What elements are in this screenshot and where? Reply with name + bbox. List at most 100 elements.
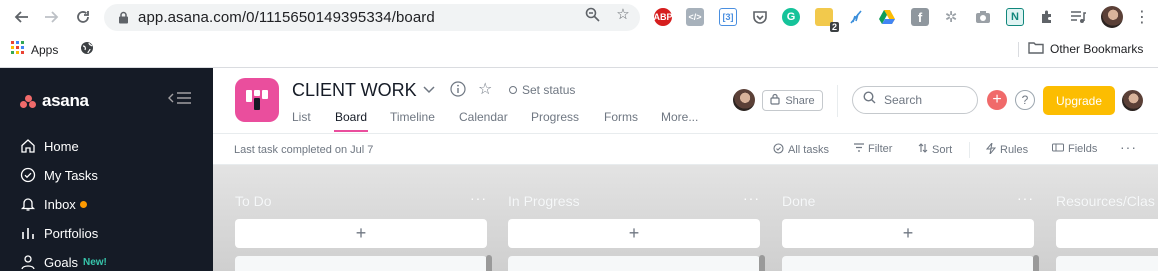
sidebar-item-label: Goals xyxy=(44,254,78,270)
sidebar-item-my-tasks[interactable]: My Tasks xyxy=(20,164,98,186)
lock-icon xyxy=(770,93,780,108)
more-options-icon[interactable]: ··· xyxy=(1120,139,1137,155)
column-more-icon[interactable]: ··· xyxy=(743,190,760,206)
home-icon xyxy=(20,138,36,154)
tab-board[interactable]: Board xyxy=(335,110,367,124)
project-board-icon[interactable] xyxy=(235,78,279,122)
grammarly-icon[interactable]: G xyxy=(782,8,800,26)
asana-logo[interactable]: asana xyxy=(20,91,89,111)
facebook-icon[interactable]: f xyxy=(911,8,929,26)
tab-forms[interactable]: Forms xyxy=(604,110,638,124)
asana-logo-text: asana xyxy=(42,91,89,110)
zoom-icon[interactable] xyxy=(583,6,601,22)
task-card[interactable] xyxy=(1056,256,1158,271)
user-avatar[interactable] xyxy=(1122,90,1143,111)
column-scrollbar[interactable] xyxy=(1033,255,1039,271)
tool-label: All tasks xyxy=(788,144,829,156)
share-button[interactable]: Share xyxy=(762,90,823,111)
info-icon[interactable] xyxy=(450,81,466,97)
tab-progress[interactable]: Progress xyxy=(531,110,579,124)
tab-list[interactable]: List xyxy=(292,110,311,124)
person-icon xyxy=(20,254,36,270)
reload-icon[interactable] xyxy=(72,6,94,28)
sidebar-item-inbox[interactable]: Inbox xyxy=(20,193,87,215)
browser-menu-icon[interactable]: ⋮ xyxy=(1131,6,1153,28)
column-title[interactable]: In Progress xyxy=(508,193,580,209)
puzzle-extensions-icon[interactable] xyxy=(1038,8,1056,26)
bookmark-star-icon[interactable]: ☆ xyxy=(614,6,632,23)
sidebar-item-goals[interactable]: Goals New! xyxy=(20,251,107,273)
yellow-extension-icon[interactable]: 2 xyxy=(815,8,839,32)
collapse-sidebar-icon[interactable] xyxy=(168,91,192,107)
column-title[interactable]: To Do xyxy=(235,193,272,209)
all-tasks-filter[interactable]: All tasks xyxy=(773,143,829,157)
filter-button[interactable]: Filter xyxy=(854,143,892,155)
task-card[interactable] xyxy=(508,256,760,271)
sidebar-item-home[interactable]: Home xyxy=(20,135,79,157)
project-header: CLIENT WORK ☆ Set status List Board Time… xyxy=(213,68,1158,134)
new-badge: New! xyxy=(82,256,107,268)
asana-logo-icon xyxy=(20,94,36,108)
project-title[interactable]: CLIENT WORK xyxy=(292,80,417,101)
google-drive-icon[interactable] xyxy=(878,8,896,26)
tab-calendar[interactable]: Calendar xyxy=(459,110,508,124)
code-extension-icon[interactable]: </> xyxy=(686,8,704,26)
add-task-button[interactable]: + xyxy=(508,219,760,248)
column-title[interactable]: Resources/Clas xyxy=(1056,193,1155,209)
set-status-button[interactable]: Set status xyxy=(509,83,575,97)
status-circle-icon xyxy=(509,86,517,94)
apps-label: Apps xyxy=(31,42,59,57)
column-more-icon[interactable]: ··· xyxy=(470,190,487,206)
globe-bookmark-icon[interactable] xyxy=(80,41,94,55)
feather-icon[interactable] xyxy=(847,8,865,26)
add-task-button[interactable] xyxy=(1056,219,1158,248)
add-task-button[interactable]: + xyxy=(782,219,1034,248)
board-column-to-do: To Do ··· + xyxy=(235,165,492,271)
tool-label: Fields xyxy=(1068,143,1098,155)
quick-add-button[interactable]: + xyxy=(987,90,1007,110)
url-text: app.asana.com/0/1115650149395334/board xyxy=(138,9,435,26)
tool-label: Filter xyxy=(868,143,893,155)
apps-bookmark[interactable]: Apps xyxy=(11,41,58,58)
flower-icon[interactable]: ✲ xyxy=(942,8,960,26)
add-task-button[interactable]: + xyxy=(235,219,487,248)
blue-extension-icon[interactable]: [3] xyxy=(719,8,737,26)
fields-button[interactable]: Fields xyxy=(1052,143,1097,155)
chevron-down-icon[interactable] xyxy=(422,82,436,99)
address-bar[interactable]: app.asana.com/0/1115650149395334/board xyxy=(104,4,640,31)
pocket-icon[interactable] xyxy=(751,8,769,26)
rules-button[interactable]: Rules xyxy=(985,142,1029,157)
apps-grid-icon xyxy=(11,41,25,58)
tab-timeline[interactable]: Timeline xyxy=(390,110,435,124)
column-title[interactable]: Done xyxy=(782,193,815,209)
column-more-icon[interactable]: ··· xyxy=(1017,190,1034,206)
help-button[interactable]: ? xyxy=(1015,90,1035,110)
sidebar-item-label: My Tasks xyxy=(44,167,98,183)
column-scrollbar[interactable] xyxy=(759,255,765,271)
search-input[interactable] xyxy=(884,93,964,107)
other-bookmarks[interactable]: Other Bookmarks xyxy=(1028,41,1143,57)
member-avatar[interactable] xyxy=(733,89,755,111)
column-scrollbar[interactable] xyxy=(486,255,492,271)
n-extension-icon[interactable]: N xyxy=(1006,8,1024,26)
task-card[interactable] xyxy=(782,256,1034,271)
tool-label: Rules xyxy=(1000,144,1029,156)
forward-arrow-icon[interactable] xyxy=(40,6,62,28)
camera-icon[interactable] xyxy=(974,8,992,26)
tab-more[interactable]: More... xyxy=(661,110,698,124)
profile-avatar[interactable] xyxy=(1101,6,1123,28)
sort-button[interactable]: Sort xyxy=(918,143,952,156)
upgrade-button[interactable]: Upgrade xyxy=(1043,86,1115,115)
back-arrow-icon[interactable] xyxy=(11,6,33,28)
share-label: Share xyxy=(785,94,815,107)
sidebar-item-portfolios[interactable]: Portfolios xyxy=(20,222,98,244)
adblock-plus-icon[interactable]: ABP xyxy=(654,8,673,26)
lightning-icon xyxy=(985,142,997,157)
task-card[interactable] xyxy=(235,256,487,271)
star-icon[interactable]: ☆ xyxy=(478,79,492,99)
bell-icon xyxy=(20,196,36,212)
media-queue-icon[interactable] xyxy=(1069,8,1087,26)
search-box[interactable] xyxy=(852,86,978,114)
header-divider xyxy=(837,85,838,117)
board-column-done: Done ··· + xyxy=(782,165,1039,271)
